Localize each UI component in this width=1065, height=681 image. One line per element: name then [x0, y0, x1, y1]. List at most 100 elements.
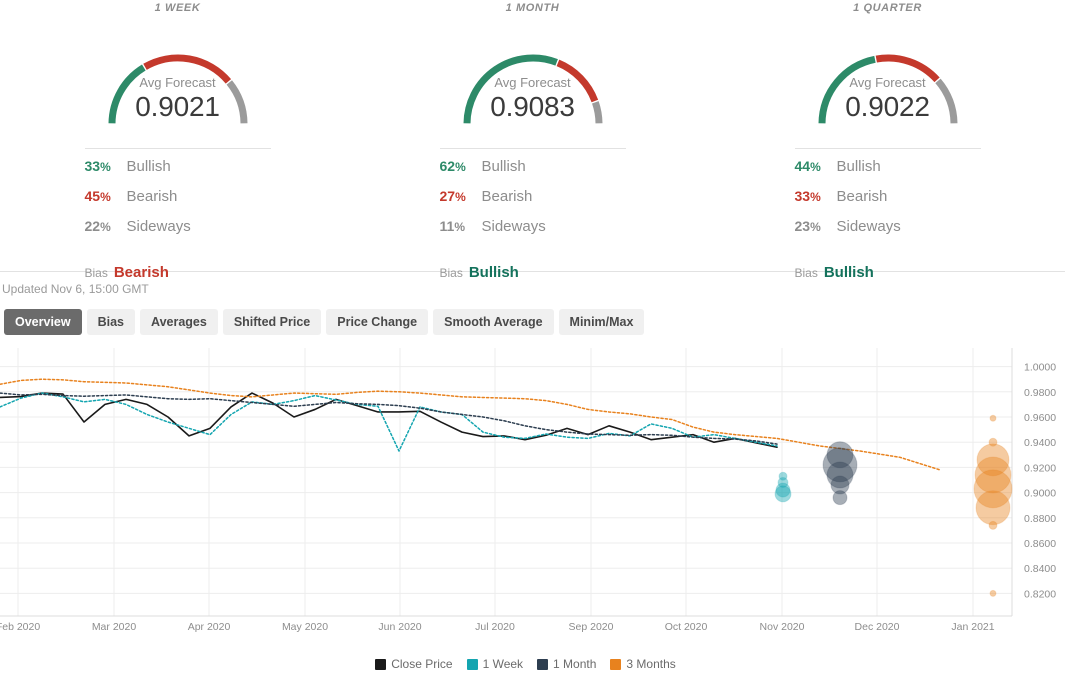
forecast-bubble: [832, 490, 848, 506]
x-axis-tick-label: Jan 2021: [951, 621, 994, 633]
bullish-label: Bullish: [126, 158, 171, 175]
y-axis-tick-label: 0.8800: [1024, 513, 1056, 525]
tab-averages[interactable]: Averages: [140, 309, 218, 335]
gauge-segment: [591, 101, 602, 124]
chart-legend: Close Price 1 Week 1 Month 3 Months: [0, 655, 1065, 673]
tab-overview[interactable]: Overview: [4, 309, 82, 335]
forecast-bubble: [975, 490, 1011, 526]
y-axis-tick-label: 0.9600: [1024, 412, 1056, 424]
legend-label: 1 Week: [482, 657, 524, 671]
tab-shifted-price[interactable]: Shifted Price: [222, 309, 322, 335]
gauge-segment: [225, 80, 247, 124]
forecast-panels: 1 WEEK Avg Forecast 0.9021 33% Bullish 4…: [0, 0, 1065, 281]
bias-row: Bias Bearish: [85, 264, 271, 281]
forecast-bubble: [774, 485, 792, 503]
panel-title: 1 WEEK: [154, 2, 201, 14]
stat-row-sideways: 23% Sideways: [795, 218, 981, 248]
stat-row-bullish: 62% Bullish: [440, 158, 626, 188]
bearish-percent: 27%: [439, 188, 466, 204]
sideways-label: Sideways: [836, 218, 901, 235]
legend-swatch-icon: [375, 658, 387, 670]
forecast-panel-1-month: 1 MONTH Avg Forecast 0.9083 62% Bullish …: [355, 0, 710, 281]
bullish-label: Bullish: [836, 158, 881, 175]
gauge-segment: [108, 64, 146, 124]
bullish-percent: 33%: [84, 158, 111, 174]
x-axis-tick-label: Nov 2020: [760, 621, 805, 633]
legend-item[interactable]: 1 Week: [466, 657, 524, 671]
y-axis-tick-label: 0.9000: [1024, 488, 1056, 500]
bias-label: Bias: [794, 266, 818, 280]
stat-row-bearish: 27% Bearish: [440, 188, 626, 218]
gauge-segment: [463, 54, 558, 124]
stat-row-sideways: 22% Sideways: [85, 218, 271, 248]
chart-tab-bar: Overview Bias Averages Shifted Price Price C…: [0, 306, 1065, 338]
y-axis-tick-label: 1.0000: [1024, 362, 1056, 374]
legend-item[interactable]: 3 Months: [610, 657, 676, 671]
x-axis-tick-label: May 2020: [282, 621, 328, 633]
stat-row-bearish: 33% Bearish: [795, 188, 981, 218]
legend-label: 1 Month: [553, 657, 597, 671]
forecast-panel-1-quarter: 1 QUARTER Avg Forecast 0.9022 44% Bullis…: [710, 0, 1065, 281]
bias-label: Bias: [84, 266, 108, 280]
bias-value: Bearish: [113, 264, 169, 281]
stats-list: 33% Bullish 45% Bearish 22% Sideways: [84, 148, 271, 248]
legend-item[interactable]: Close Price: [375, 657, 453, 671]
bias-value: Bullish: [823, 264, 874, 281]
gauge-1-week: Avg Forecast 0.9021: [85, 28, 271, 132]
gauge-svg: [108, 54, 247, 124]
sideways-percent: 23%: [794, 218, 821, 234]
tab-bias[interactable]: Bias: [86, 309, 135, 335]
bias-row: Bias Bullish: [795, 264, 981, 281]
x-axis-tick-label: Mar 2020: [92, 621, 137, 633]
y-axis-tick-label: 0.9800: [1024, 387, 1056, 399]
stats-list: 44% Bullish 33% Bearish 23% Sideways: [794, 148, 981, 248]
forecast-panel-1-week: 1 WEEK Avg Forecast 0.9021 33% Bullish 4…: [0, 0, 355, 281]
gauge-1-month: Avg Forecast 0.9083: [440, 28, 626, 132]
legend-swatch-icon: [610, 658, 622, 670]
legend-item[interactable]: 1 Month: [537, 657, 596, 671]
sideways-label: Sideways: [126, 218, 191, 235]
sideways-percent: 22%: [84, 218, 111, 234]
chart-svg: 1.0000 0.9800 0.9600 0.9400 0.9200 0.9000 0.88…: [0, 348, 1056, 633]
series-line-close-price: [0, 392, 778, 449]
legend-swatch-icon: [537, 658, 549, 670]
x-axis-tick-label: Jul 2020: [475, 621, 515, 633]
sideways-label: Sideways: [481, 218, 546, 235]
tab-minim-max[interactable]: Minim/Max: [558, 309, 645, 335]
stat-row-bullish: 44% Bullish: [795, 158, 981, 188]
x-axis-tick-label: Feb 2020: [0, 621, 40, 633]
gauge-segment: [142, 54, 231, 84]
forecast-bubble: [989, 589, 997, 597]
gauge-segment: [934, 78, 957, 124]
bullish-percent: 62%: [439, 158, 466, 174]
panel-title: 1 MONTH: [505, 2, 560, 14]
bearish-label: Bearish: [126, 188, 178, 205]
gauge-svg: [463, 54, 602, 124]
bearish-label: Bearish: [836, 188, 888, 205]
stat-row-bullish: 33% Bullish: [85, 158, 271, 188]
legend-swatch-icon: [466, 658, 478, 670]
bearish-percent: 45%: [84, 188, 111, 204]
tab-price-change[interactable]: Price Change: [326, 309, 429, 335]
tab-smooth-average[interactable]: Smooth Average: [433, 309, 554, 335]
x-axis-tick-label: Jun 2020: [378, 621, 421, 633]
legend-label: Close Price: [391, 657, 453, 671]
bias-label: Bias: [439, 266, 463, 280]
bullish-percent: 44%: [794, 158, 821, 174]
y-axis-tick-label: 0.9400: [1024, 437, 1056, 449]
stat-row-bearish: 45% Bearish: [85, 188, 271, 218]
panel-title: 1 QUARTER: [853, 2, 922, 14]
stat-row-sideways: 11% Sideways: [440, 218, 626, 248]
gauge-segment: [818, 55, 876, 124]
forecast-bubble: [988, 520, 998, 530]
y-axis-tick-label: 0.8600: [1024, 538, 1056, 550]
series-line-3-months: [0, 378, 941, 471]
sideways-percent: 11%: [439, 218, 465, 234]
bearish-percent: 33%: [794, 188, 821, 204]
gauge-segment: [556, 59, 598, 103]
gauge-segment: [875, 54, 940, 83]
x-axis-tick-label: Apr 2020: [188, 621, 231, 633]
forecast-bubble: [989, 414, 997, 422]
stats-list: 62% Bullish 27% Bearish 11% Sideways: [439, 148, 626, 248]
x-axis-tick-label: Sep 2020: [569, 621, 614, 633]
